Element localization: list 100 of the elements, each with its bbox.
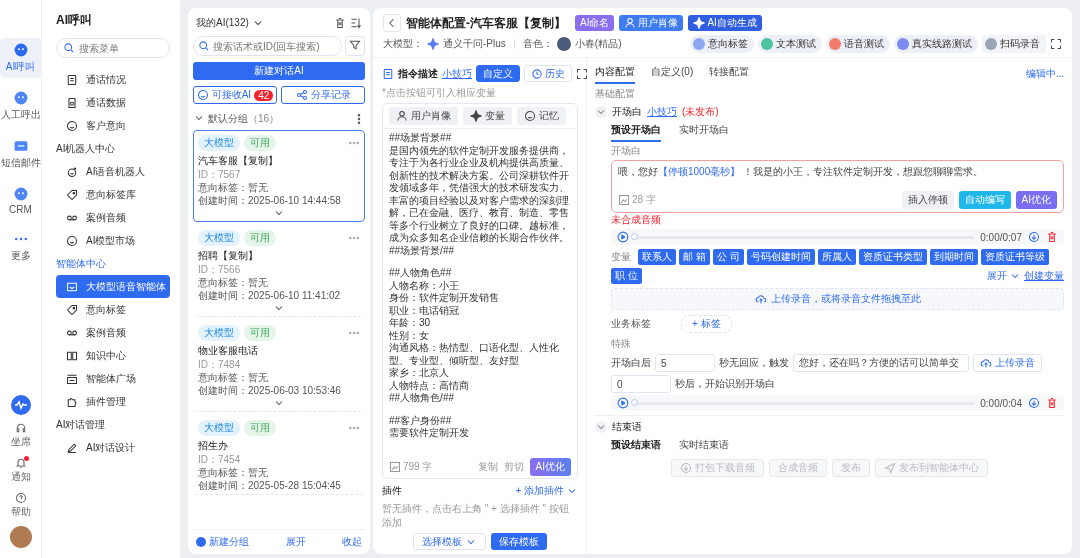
new-group-link[interactable]: 新建分组 [196,535,249,549]
delay-field[interactable]: 0 [611,375,671,393]
count-icon [618,194,630,206]
audio-player[interactable]: 0:00/0:04 [611,395,1064,411]
nav-item[interactable]: 案例音频 [56,206,170,229]
upload-button[interactable]: 上传录音 [973,354,1042,372]
rail-item[interactable]: 帮助 [0,491,42,520]
nav-item[interactable]: 意向标签库 [56,183,170,206]
tips-link[interactable]: 小技巧 [647,105,677,119]
toolbar-button[interactable]: 意向标签 [690,35,754,53]
ai-optimize-button[interactable]: AI优化 [529,458,571,476]
rail-item[interactable]: AI呼叫 [0,38,42,78]
nav-item[interactable]: 意向标签 [56,298,170,321]
upload-dropzone[interactable]: 上传录音，或将录音文件拖拽至此 [611,288,1064,310]
variable-chip[interactable]: 变量 [463,107,512,125]
logo-icon[interactable] [10,395,31,415]
ai-card[interactable]: 大模型 可用 招生办 ID：7454 意向标签：暂无 创建时间：2025-05-28 15:04:45 [193,415,365,495]
variable-chip[interactable]: 邮 箱 [679,249,710,265]
toolbar-button[interactable]: 真实线路测试 [894,35,978,53]
rail-item[interactable]: 通知 [0,456,42,485]
rail-item[interactable]: 更多 [0,227,42,267]
nav-item[interactable]: AI语音机器人 [56,160,170,183]
title-action-button[interactable]: 用户肖像 [619,15,684,31]
template-select[interactable]: 选择模板 [413,533,486,550]
expand-link[interactable]: 展开 [987,269,1021,283]
nav-item[interactable]: 通话情况 [56,68,170,91]
nav-item[interactable]: 大模型语音智能体 [56,275,170,298]
variable-chip[interactable]: 到期时间 [929,249,978,265]
mode-button[interactable]: 历史 [524,65,572,82]
tab[interactable]: 预设结束语 [611,436,661,457]
tab[interactable]: 转接配置 [709,63,750,84]
ai-card[interactable]: 大模型 可用 招聘【复制】 ID：7566 意向标签：暂无 创建时间：2025-06-10 11:41:02 [193,225,365,317]
variable-chip[interactable]: 资质证书类型 [858,249,927,265]
tab[interactable]: 内容配置 [595,63,635,84]
receive-ai-button[interactable]: 可接收AI 42 [193,86,277,104]
variable-chip[interactable]: 联系人 [638,249,676,265]
add-plugin-link[interactable]: + 添加插件 [515,484,578,498]
back-button[interactable] [383,14,401,32]
nav-item[interactable]: 案例音频 [56,321,170,344]
toolbar-button[interactable]: 语音测试 [826,35,890,53]
progress-handle[interactable] [631,232,638,240]
variable-chip[interactable]: 号码创建时间 [746,249,815,265]
variable-chip[interactable]: 资质证书等级 [980,249,1049,265]
ai-card[interactable]: 大模型 可用 物业客服电话 ID：7484 意向标签：暂无 创建时间：2025-06-03 10:53:46 [193,320,365,412]
nav-item[interactable]: 客户意向 [56,114,170,137]
voice-name[interactable]: 小春(精品) [574,37,622,51]
nav-item[interactable]: 通话数据 [56,91,170,114]
menu-item-icon [66,349,78,362]
toolbar-button[interactable]: 扫码录音 [982,35,1046,53]
nav-item[interactable]: 知识中心 [56,344,170,367]
reply-field[interactable]: 您好，还在吗？方便的话可以简单交 [793,354,969,372]
opening-text-field[interactable]: 喂，您好【停顿1000毫秒】 ！我是的小王，专注软件定制开发，想跟您聊聊需求。 28 字 插入停顿 自动编写 AI优化 [611,160,1064,213]
variable-chip[interactable]: 所属人 [817,249,856,265]
tab[interactable]: 实时开场白 [679,121,729,142]
title-action-button[interactable]: AI自动生成 [688,15,762,31]
search-field[interactable]: 搜索菜单 [56,38,170,58]
share-record-button[interactable]: 分享记录 [281,86,365,104]
rail-item[interactable]: CRM [0,182,42,219]
text-action-button[interactable]: AI优化 [1015,191,1057,209]
nav-item[interactable]: AI模型市场 [56,229,170,252]
filter-button[interactable] [345,36,365,56]
tab[interactable]: 实时结束语 [679,436,729,457]
filter-icon [349,39,361,51]
tab[interactable]: 自定义(0) [651,63,694,84]
variable-chip[interactable]: 公 司 [712,249,744,265]
toolbar-button[interactable]: 文本测试 [758,35,822,53]
variable-chip[interactable]: 记忆 [517,107,566,125]
variable-chip[interactable]: 用户肖像 [389,107,458,125]
tips-link[interactable]: 小技巧 [442,66,472,81]
rail-item[interactable]: 人工呼出 [0,86,42,126]
user-avatar[interactable] [9,526,32,548]
create-variable-link[interactable]: 创建变量 [1024,269,1064,283]
ai-card[interactable]: 大模型 可用 汽车客服【复制】 ID：7567 意向标签：暂无 创建时间：2025-06-10 14:44:58 [193,130,365,222]
title-action-button[interactable]: AI命名 [575,15,615,31]
group-name[interactable]: 默认分组（16） [208,112,350,126]
nav-item[interactable]: 智能体广场 [56,367,170,390]
audio-player[interactable]: 0:00/0:07 [611,229,1064,245]
nav-section-title: AI机器人中心 [56,142,117,156]
text-action-button[interactable]: 插入停顿 [901,191,954,209]
nav-item[interactable]: AI对话设计 [56,436,170,459]
nav-item[interactable]: 插件管理 [56,390,170,413]
seconds-field[interactable]: 5 [655,354,715,372]
tag: 大模型 [198,420,240,436]
robot-icon [12,42,29,58]
save-template-button[interactable]: 保存模板 [491,533,547,550]
list-title[interactable]: 我的AI(132) [196,16,264,30]
rail-item[interactable]: 坐席 [0,421,42,450]
section-title: 插件 [382,484,402,498]
search-field[interactable]: 搜索话术或ID(回车搜索) [193,36,342,56]
model-name[interactable]: 通义千问-Plus [443,37,506,51]
mode-button[interactable]: 自定义 [476,65,520,82]
expand-link[interactable]: 展开 [285,535,306,549]
new-ai-button[interactable]: 新建对话AI [193,62,365,80]
variable-chip[interactable]: 职 位 [611,268,642,284]
collapse-link[interactable]: 收起 [342,535,362,549]
tab[interactable]: 预设开场白 [611,121,661,142]
progress-handle[interactable] [631,398,638,406]
rail-item[interactable]: 短信邮件 [0,134,42,174]
prompt-editor[interactable] [382,103,578,479]
add-tag-button[interactable]: + 标签 [681,315,732,333]
